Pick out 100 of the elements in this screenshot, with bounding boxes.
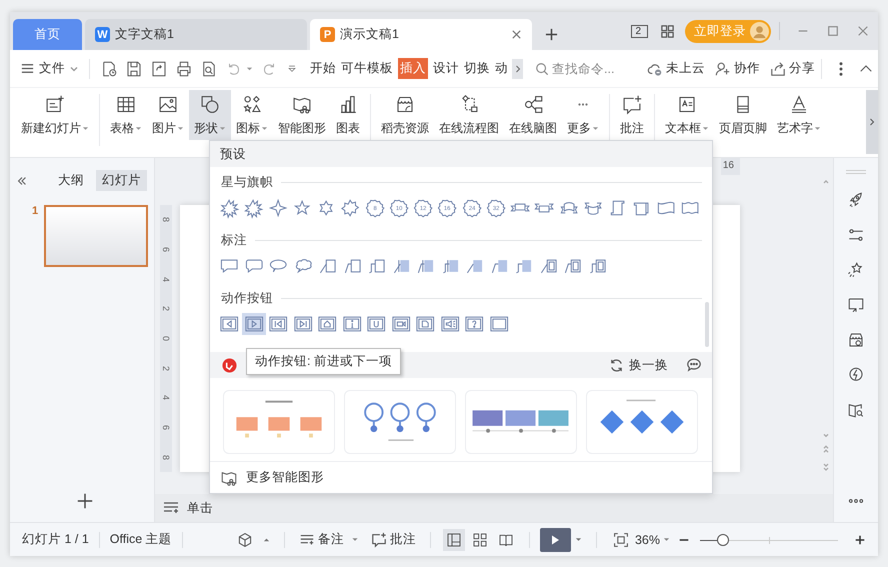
book-search-icon[interactable]: [847, 401, 865, 419]
smart-graphic-template[interactable]: [223, 390, 335, 454]
ribbon-button[interactable]: 图片: [147, 90, 189, 140]
section-title: 星与旗帜: [221, 174, 273, 190]
grid-view-icon: [472, 532, 488, 548]
ribbon-button[interactable]: 稻壳资源: [376, 90, 434, 140]
ribbon-button[interactable]: 批注: [615, 90, 649, 140]
fit-window-icon[interactable]: [612, 532, 629, 548]
caret-icon: [592, 125, 599, 132]
document-tab[interactable]: W 文字文稿1: [85, 19, 307, 50]
menu-icon: [20, 61, 35, 76]
scroll-right-button[interactable]: [512, 58, 523, 78]
shape-option[interactable]: [217, 197, 242, 219]
toolbar-action[interactable]: 未上云: [647, 60, 705, 77]
ribbon-button[interactable]: 艺术字: [772, 90, 826, 140]
comments-button[interactable]: 批注: [370, 531, 416, 548]
ribbon-button[interactable]: 在线流程图: [434, 90, 504, 140]
notes-placeholder[interactable]: 单击: [187, 500, 213, 516]
smart-graphic-template[interactable]: [465, 390, 577, 454]
logo-icon: [222, 358, 237, 372]
ribbon-button[interactable]: 智能图形: [273, 90, 331, 140]
tooltip: 动作按钮: 前进或下一项: [246, 348, 401, 375]
ribbon-tab[interactable]: 设计: [433, 58, 459, 79]
store-icon[interactable]: [847, 331, 865, 349]
ribbon-button[interactable]: 更多: [562, 90, 604, 140]
play-button[interactable]: [540, 528, 571, 552]
ribbon-tab[interactable]: 可牛模板: [341, 58, 393, 79]
export-icon[interactable]: [150, 60, 168, 78]
caret-icon[interactable]: [574, 536, 582, 543]
ribbon-button[interactable]: 表格: [105, 90, 147, 140]
more-smart-graphics-button[interactable]: 更多智能图形: [220, 468, 324, 486]
collapse-panel-icon[interactable]: [16, 174, 28, 186]
caret-icon[interactable]: [246, 65, 253, 72]
print-icon[interactable]: [174, 60, 192, 78]
shape-option[interactable]: [241, 197, 266, 219]
smart-graphic-template[interactable]: [586, 390, 698, 454]
toolbar-action[interactable]: 协作: [715, 60, 760, 77]
save-icon[interactable]: [124, 60, 142, 78]
feedback-icon[interactable]: [686, 357, 702, 373]
section-title: 动作按钮: [221, 290, 273, 306]
refresh-icon: [609, 358, 624, 372]
view-mode-button[interactable]: [442, 528, 465, 550]
smart-graphic-template[interactable]: [344, 390, 456, 454]
shape-option[interactable]: [242, 313, 266, 335]
vertical-ruler: 8 6 4 2 0 2 4 6 8: [160, 205, 172, 472]
app-logo-icon: W: [95, 27, 110, 42]
ribbon-tab[interactable]: 切换: [464, 58, 490, 79]
panel-tab[interactable]: 幻灯片: [96, 170, 147, 191]
theme-name[interactable]: Office 主题: [110, 531, 172, 548]
ribbon-tab[interactable]: 动: [495, 58, 508, 79]
close-icon[interactable]: [511, 29, 522, 40]
ribbon-button[interactable]: 文本框: [660, 90, 714, 140]
caret-up-icon[interactable]: [262, 536, 270, 543]
notes-icon: [163, 502, 179, 514]
search-field[interactable]: 查找命令...: [535, 62, 627, 76]
normal-view-icon: [446, 532, 462, 548]
slide-thumbnail[interactable]: [44, 205, 148, 267]
caret-icon: [702, 125, 709, 132]
ribbon-button[interactable]: 页眉页脚: [714, 90, 772, 140]
ribbon-button[interactable]: 在线脑图: [504, 90, 562, 140]
ribbon-button[interactable]: 形状: [189, 90, 231, 140]
search-icon: [535, 62, 549, 76]
notes-button[interactable]: 备注: [298, 531, 363, 548]
screen-cast-icon[interactable]: [847, 296, 865, 314]
ribbon-button[interactable]: 图表: [331, 90, 365, 140]
ribbon-tab[interactable]: 开始: [310, 58, 336, 79]
shuffle-button[interactable]: 换一换: [609, 356, 668, 374]
star-sparkle-icon[interactable]: [847, 261, 865, 279]
caret-icon: [663, 536, 670, 543]
panel-tab[interactable]: 大纲: [52, 170, 90, 191]
add-slide-icon[interactable]: [76, 492, 94, 510]
horizontal-ruler: 16: [720, 158, 740, 175]
caret-icon: [82, 125, 89, 132]
zoom-dropdown[interactable]: 36%: [634, 532, 670, 546]
app-logo-icon: P: [320, 27, 335, 42]
person-plus-icon: [715, 60, 731, 76]
section-title: 标注: [221, 232, 247, 248]
cube-icon[interactable]: [236, 532, 253, 548]
preset-header: 预设: [210, 141, 712, 167]
file-menu[interactable]: 文件: [16, 60, 83, 77]
toolbar-action[interactable]: 分享: [770, 60, 815, 77]
ribbon-button[interactable]: 新建幻灯片: [16, 90, 94, 140]
close-icon[interactable]: [857, 25, 869, 37]
avatar-icon: [750, 22, 769, 40]
zoom-in-icon[interactable]: [854, 534, 866, 546]
caret-icon: [814, 125, 821, 132]
maximize-icon[interactable]: [827, 25, 839, 37]
chevron-right-icon: [514, 64, 520, 72]
chevron-right-icon: [869, 118, 875, 126]
caret-icon: [135, 125, 142, 132]
caret-icon: [261, 125, 268, 132]
slide-counter: 幻灯片 1 / 1: [22, 531, 89, 548]
rocket-icon[interactable]: [847, 191, 865, 209]
grid-icon[interactable]: [660, 24, 675, 38]
window-count-icon[interactable]: 2: [631, 24, 648, 38]
slider-thumb[interactable]: [716, 534, 728, 546]
new-tab-icon[interactable]: [545, 28, 558, 41]
slide-number: 1: [32, 205, 38, 219]
document-tab[interactable]: P 演示文稿1: [310, 19, 532, 50]
ribbon-button[interactable]: 图标: [231, 90, 273, 140]
